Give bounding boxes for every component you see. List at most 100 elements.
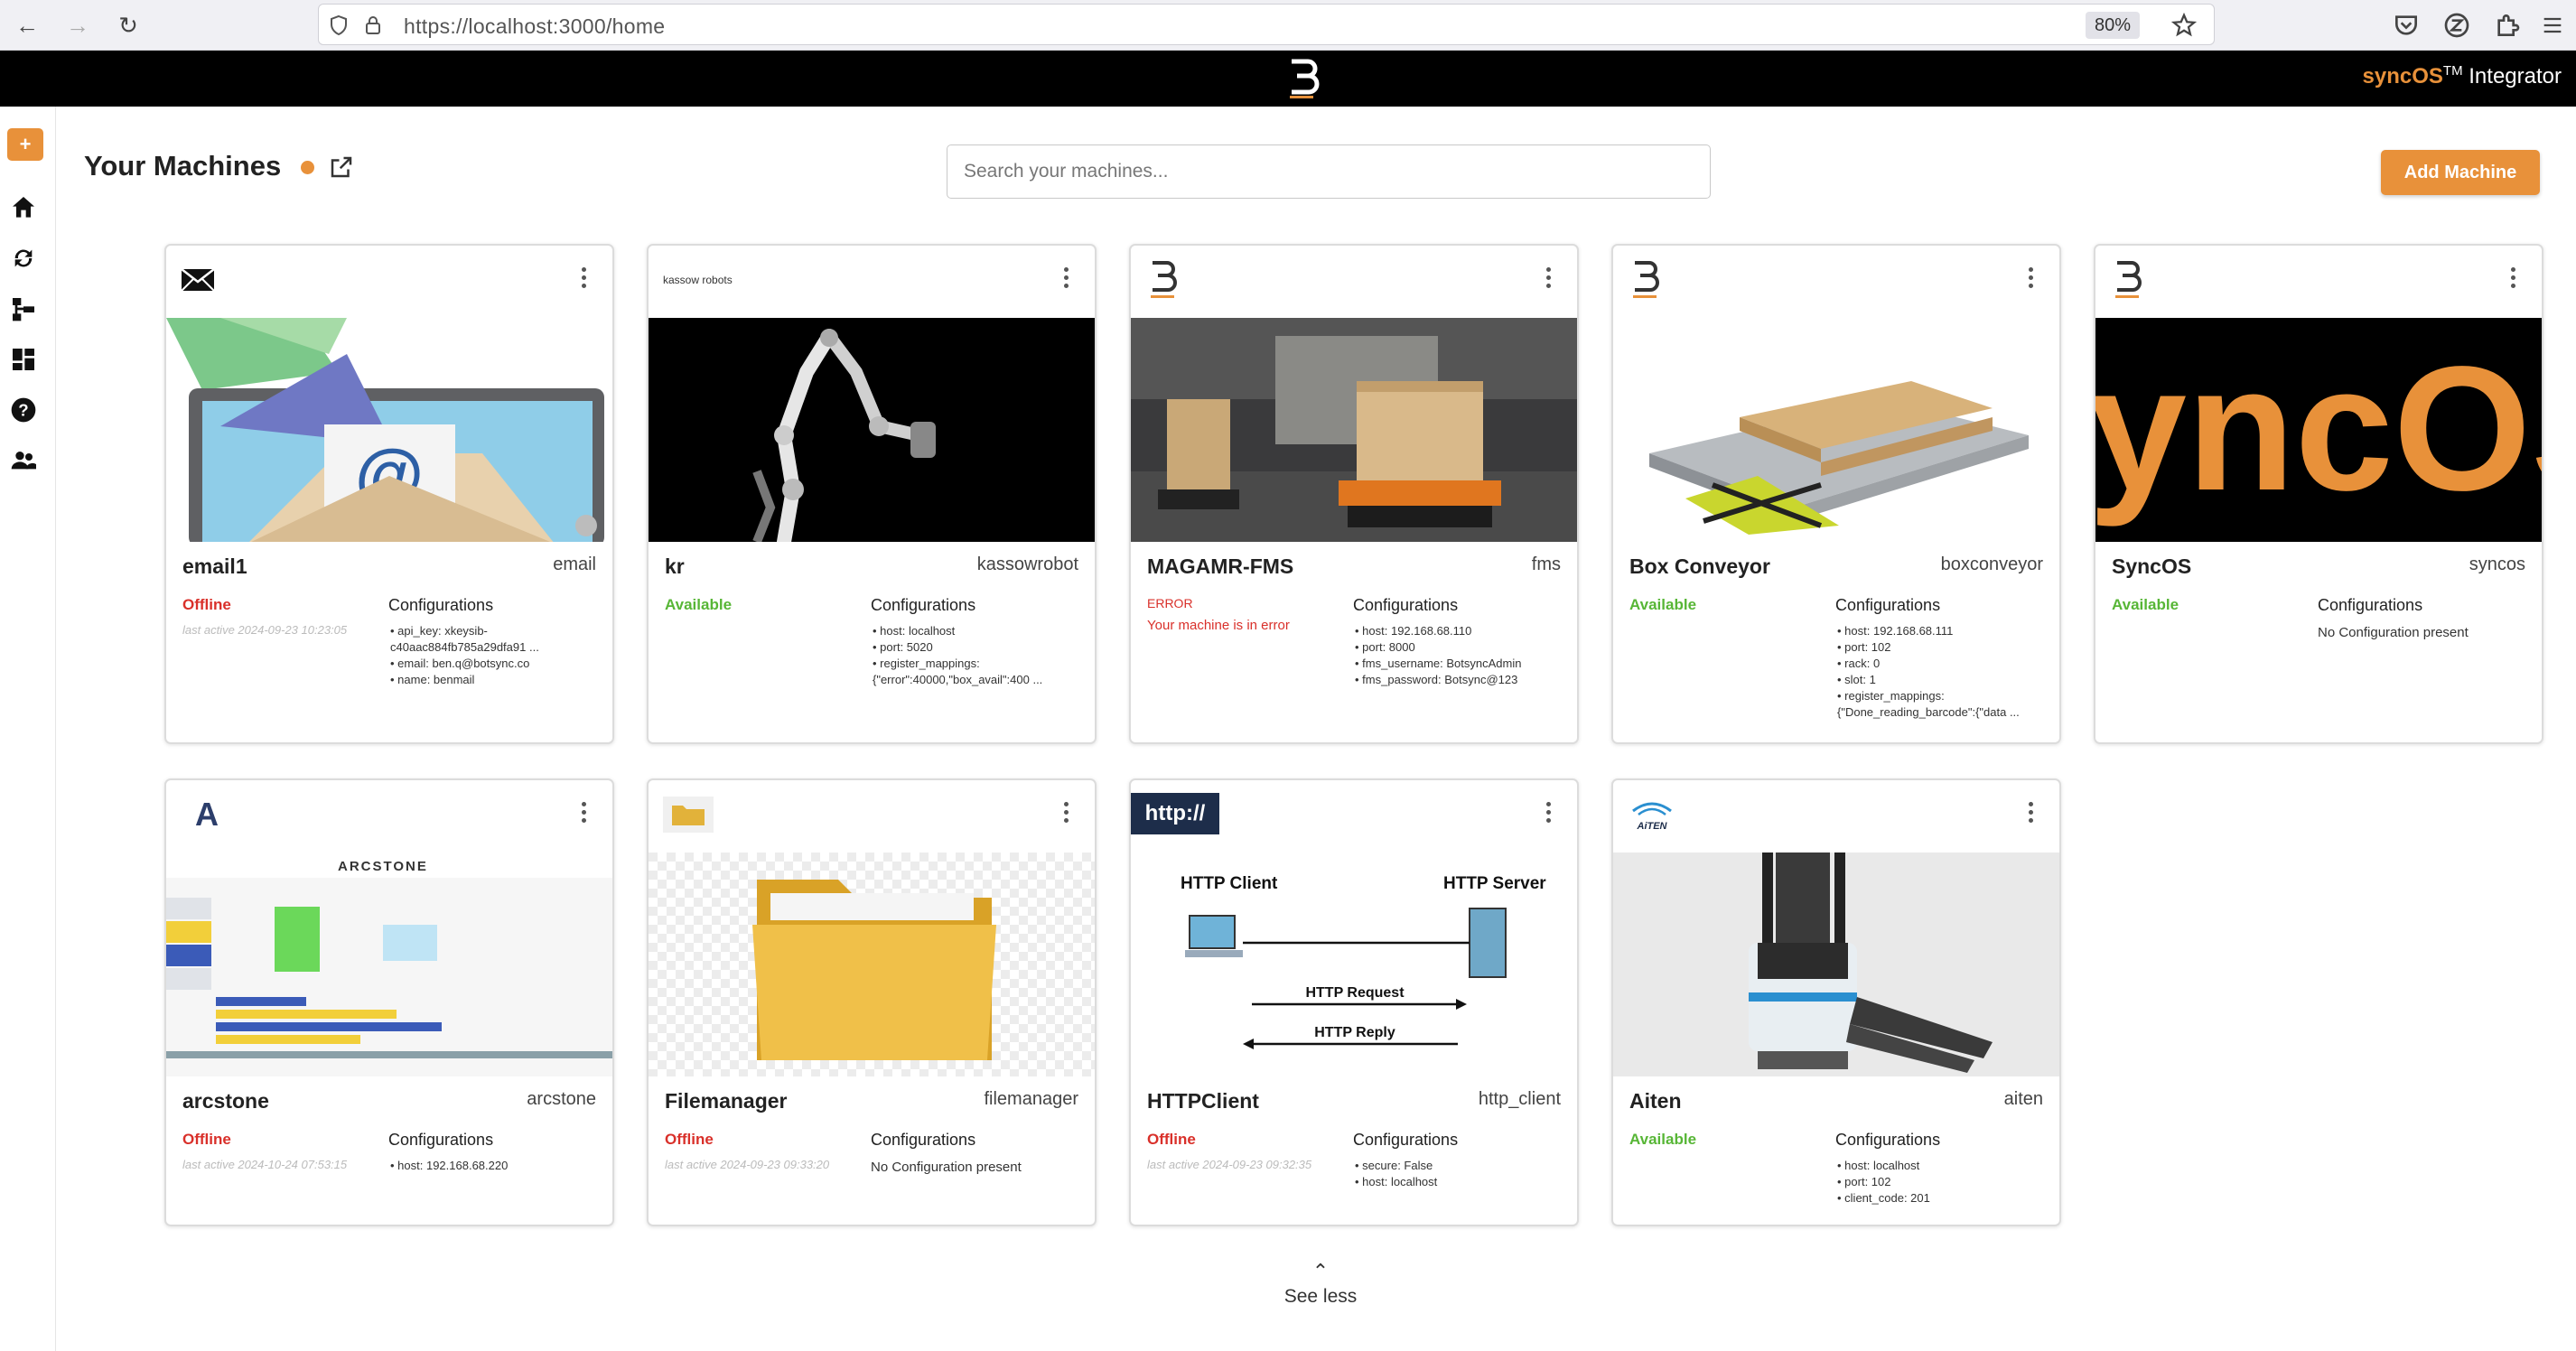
machine-card-filemanager[interactable]: Filemanager filemanager Offline last act… xyxy=(647,778,1097,1226)
config-item: port: 8000 xyxy=(1355,639,1572,656)
machine-card-email1[interactable]: @ email1 email Offline last active 2024-… xyxy=(164,244,614,744)
machine-card-magamr-fms[interactable]: MAGAMR-FMS fms ERROR Your machine is in … xyxy=(1129,244,1579,744)
config-item: email: ben.q@botsync.co xyxy=(390,656,607,672)
aiten-logo: AiTEN xyxy=(1628,793,1736,836)
back-icon[interactable]: ← xyxy=(13,11,42,40)
http-reply-label: HTTP Reply xyxy=(1314,1025,1395,1040)
last-active: last active 2024-09-23 09:32:35 xyxy=(1147,1158,1312,1171)
page-title: Your Machines xyxy=(84,150,282,182)
bookmark-star-icon[interactable] xyxy=(2170,12,2198,39)
machine-image: ARCSTONE xyxy=(166,853,612,1076)
home-icon[interactable] xyxy=(9,193,38,222)
configurations-heading: Configurations xyxy=(871,596,976,614)
machine-name: Aiten xyxy=(1629,1089,1682,1113)
machine-name: HTTPClient xyxy=(1147,1089,1259,1113)
kassow-logo-text: kassow robots xyxy=(663,274,733,286)
machine-name: Filemanager xyxy=(665,1089,788,1113)
botsync-logo-icon xyxy=(1628,258,1736,302)
pocket-icon[interactable] xyxy=(2392,11,2421,40)
sidebar-add-button[interactable]: + xyxy=(7,128,43,161)
brand-integrator: Integrator xyxy=(2462,64,2562,89)
machine-name: kr xyxy=(665,554,685,578)
last-active: last active 2024-09-23 09:33:20 xyxy=(665,1158,830,1171)
botsync-logo-icon xyxy=(1145,258,1254,302)
machine-image: yncOS xyxy=(2095,318,2542,542)
config-item: host: 192.168.68.111 xyxy=(1837,623,2054,639)
machine-image xyxy=(1613,318,2059,542)
no-config-text: No Configuration present xyxy=(2318,625,2469,640)
help-icon[interactable]: ? xyxy=(9,396,38,424)
machine-status: Available xyxy=(1629,596,1697,613)
configurations-heading: Configurations xyxy=(388,596,494,614)
users-icon[interactable] xyxy=(9,446,38,475)
aiten-logo-text: AiTEN xyxy=(1637,821,1668,832)
add-machine-button[interactable]: Add Machine xyxy=(2381,150,2540,195)
open-external-icon[interactable] xyxy=(328,154,355,181)
config-item: host: 192.168.68.220 xyxy=(390,1158,607,1174)
see-less-button[interactable]: ⌃ See less xyxy=(1246,1262,1395,1308)
config-item: register_mappings: {"error":40000,"box_a… xyxy=(873,656,1089,688)
machine-image xyxy=(649,318,1095,542)
config-list: host: 192.168.68.220 xyxy=(390,1158,607,1174)
app-header: syncOSTM Integrator xyxy=(0,51,2576,107)
machine-type: aiten xyxy=(2003,1089,2043,1109)
machine-card-box-conveyor[interactable]: Box Conveyor boxconveyor Available Confi… xyxy=(1611,244,2061,744)
shield-icon xyxy=(331,14,347,36)
machine-card-aiten[interactable]: AiTEN Aiten aiten Available Configuratio… xyxy=(1611,778,2061,1226)
address-bar[interactable]: https://localhost:3000/home 80% xyxy=(318,4,2215,45)
machine-card-arcstone[interactable]: A ARCSTONE arcstone arcstone Offline las… xyxy=(164,778,614,1226)
extensions-icon[interactable] xyxy=(2493,11,2522,40)
configurations-heading: Configurations xyxy=(871,1131,976,1149)
config-item: host: localhost xyxy=(873,623,1089,639)
config-item: register_mappings: {"Done_reading_barcod… xyxy=(1837,688,2054,721)
config-list: secure: False host: localhost xyxy=(1355,1158,1572,1190)
config-item: port: 5020 xyxy=(873,639,1089,656)
last-active: last active 2024-10-24 07:53:15 xyxy=(182,1158,348,1171)
more-options-icon[interactable] xyxy=(2509,267,2516,294)
dashboard-icon[interactable] xyxy=(9,345,38,374)
http-server-label: HTTP Server xyxy=(1443,874,1546,893)
machine-name: Box Conveyor xyxy=(1629,554,1770,578)
config-item: fms_password: Botsync@123 xyxy=(1355,672,1572,688)
more-options-icon[interactable] xyxy=(1545,267,1552,294)
botsync-logo-icon[interactable] xyxy=(1279,56,1324,101)
zoom-badge[interactable]: 80% xyxy=(2085,12,2140,39)
config-item: host: localhost xyxy=(1355,1174,1572,1190)
machine-card-kr[interactable]: kassow robots kr kassowrobot Available C… xyxy=(647,244,1097,744)
machine-status: ERROR xyxy=(1147,596,1193,610)
machine-name: arcstone xyxy=(182,1089,269,1113)
more-options-icon[interactable] xyxy=(2027,802,2034,829)
config-item: host: localhost xyxy=(1837,1158,2054,1174)
config-item: client_code: 201 xyxy=(1837,1190,2054,1207)
menu-icon[interactable] xyxy=(2540,11,2565,40)
config-item: api_key: xkeysib-c40aac884fb785a29dfa91 … xyxy=(390,623,607,656)
more-options-icon[interactable] xyxy=(2027,267,2034,294)
configurations-heading: Configurations xyxy=(1835,596,1941,614)
config-list: host: localhost port: 102 client_code: 2… xyxy=(1837,1158,2054,1207)
machine-image xyxy=(649,853,1095,1076)
machine-status: Offline xyxy=(182,1131,231,1148)
hierarchy-icon[interactable] xyxy=(9,294,38,323)
brand-sync: syncOS xyxy=(2362,64,2443,89)
forward-icon[interactable]: → xyxy=(63,11,92,40)
config-item: fms_username: BotsyncAdmin xyxy=(1355,656,1572,672)
machine-status: Available xyxy=(1629,1131,1697,1148)
machine-type: boxconveyor xyxy=(1940,554,2043,574)
machine-card-syncos[interactable]: yncOS SyncOS syncos Available Configurat… xyxy=(2094,244,2543,744)
brand-title: syncOSTM Integrator xyxy=(2363,63,2562,89)
more-options-icon[interactable] xyxy=(1062,267,1069,294)
account-sync-icon[interactable] xyxy=(2442,11,2471,40)
reload-icon[interactable]: ↻ xyxy=(114,11,143,40)
more-options-icon[interactable] xyxy=(1545,802,1552,829)
search-input[interactable] xyxy=(947,144,1711,199)
more-options-icon[interactable] xyxy=(580,802,587,829)
arcstone-logo-text: A xyxy=(195,796,219,833)
configurations-heading: Configurations xyxy=(1353,1131,1459,1149)
machine-card-httpclient[interactable]: http:// HTTP Client HTTP Server HTTP Req… xyxy=(1129,778,1579,1226)
browser-toolbar: ← → ↻ https://localhost:3000/home 80% xyxy=(0,0,2576,51)
config-list: host: 192.168.68.110 port: 8000 fms_user… xyxy=(1355,623,1572,688)
sync-icon[interactable] xyxy=(9,244,38,273)
more-options-icon[interactable] xyxy=(580,267,587,294)
machine-type: filemanager xyxy=(984,1089,1078,1109)
more-options-icon[interactable] xyxy=(1062,802,1069,829)
